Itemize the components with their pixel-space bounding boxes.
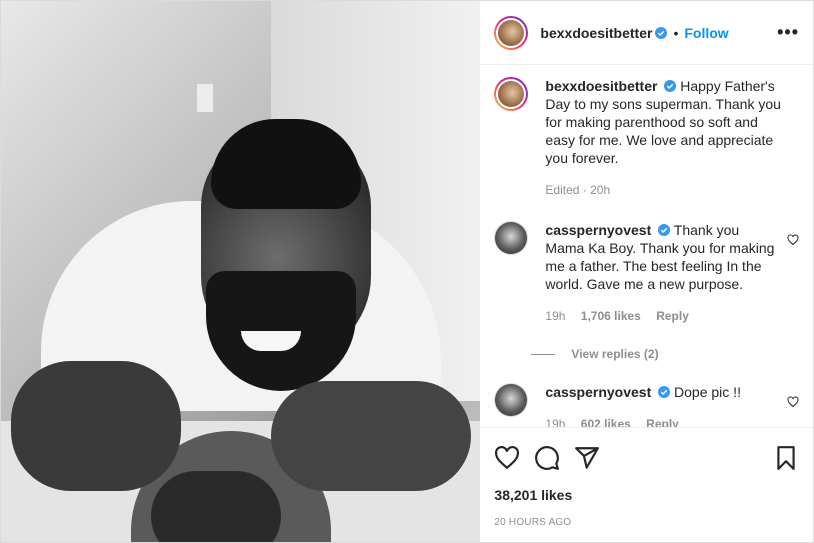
post-photo[interactable] bbox=[1, 1, 481, 542]
caption-avatar[interactable] bbox=[494, 77, 529, 111]
header-separator: • bbox=[673, 24, 679, 41]
follow-button[interactable]: Follow bbox=[684, 25, 728, 41]
reply-button[interactable]: Reply bbox=[656, 309, 689, 323]
heart-icon[interactable] bbox=[494, 445, 520, 471]
comment-meta: 19h 1,706 likes Reply bbox=[545, 307, 781, 325]
verified-icon bbox=[658, 224, 671, 236]
bookmark-icon[interactable] bbox=[773, 445, 799, 471]
photo-light-switch bbox=[196, 83, 214, 113]
caption-username[interactable]: bexxdoesitbetter bbox=[545, 78, 657, 94]
comment-username[interactable]: casspernyovest bbox=[545, 222, 651, 238]
photo-right-arm bbox=[271, 381, 471, 491]
comment-time[interactable]: 19h bbox=[545, 309, 565, 323]
photo-baby-head bbox=[151, 471, 281, 542]
share-icon[interactable] bbox=[574, 445, 600, 471]
instagram-post: bexxdoesitbetter • Follow ••• bexxdoesit… bbox=[0, 0, 814, 543]
action-bar bbox=[480, 427, 813, 487]
author-username[interactable]: bexxdoesitbetter bbox=[540, 25, 652, 41]
verified-icon bbox=[658, 386, 671, 398]
author-avatar[interactable] bbox=[494, 15, 529, 50]
caption: bexxdoesitbetter Happy Father's Day to m… bbox=[494, 77, 799, 199]
view-replies-line bbox=[531, 353, 556, 355]
comment-item: casspernyovest Thank you Mama Ka Boy. Th… bbox=[494, 221, 799, 325]
reply-button[interactable]: Reply bbox=[646, 417, 679, 427]
comment-like-heart-icon[interactable] bbox=[787, 396, 799, 408]
post-header: bexxdoesitbetter • Follow ••• bbox=[480, 1, 813, 65]
comment-text: Dope pic !! bbox=[674, 384, 741, 400]
comment-likes[interactable]: 1,706 likes bbox=[581, 309, 641, 323]
verified-icon bbox=[664, 80, 677, 92]
comment-icon[interactable] bbox=[534, 445, 560, 471]
verified-icon bbox=[655, 26, 668, 39]
comment-likes[interactable]: 602 likes bbox=[581, 417, 631, 427]
photo-left-arm bbox=[11, 361, 181, 491]
bottom-spacer bbox=[480, 528, 813, 542]
view-replies-label: View replies (2) bbox=[571, 347, 659, 361]
caption-edited-time: Edited · 20h bbox=[545, 183, 611, 197]
post-timestamp[interactable]: 20 HOURS AGO bbox=[480, 503, 813, 528]
likes-count[interactable]: 38,201 likes bbox=[480, 487, 813, 503]
comment-item: casspernyovest Dope pic !! 19h 602 likes… bbox=[494, 383, 799, 427]
comment-username[interactable]: casspernyovest bbox=[545, 384, 651, 400]
post-sidebar: bexxdoesitbetter • Follow ••• bexxdoesit… bbox=[480, 1, 813, 542]
comment-meta: 19h 602 likes Reply bbox=[545, 415, 781, 427]
comments-list[interactable]: bexxdoesitbetter Happy Father's Day to m… bbox=[480, 65, 813, 427]
comment-time[interactable]: 19h bbox=[545, 417, 565, 427]
view-replies-button[interactable]: View replies (2) bbox=[531, 347, 799, 361]
commenter-avatar[interactable] bbox=[494, 383, 529, 417]
comment-like-heart-icon[interactable] bbox=[787, 234, 799, 246]
commenter-avatar[interactable] bbox=[494, 221, 529, 255]
more-options-icon[interactable]: ••• bbox=[777, 22, 799, 43]
caption-meta: Edited · 20h bbox=[545, 181, 781, 199]
